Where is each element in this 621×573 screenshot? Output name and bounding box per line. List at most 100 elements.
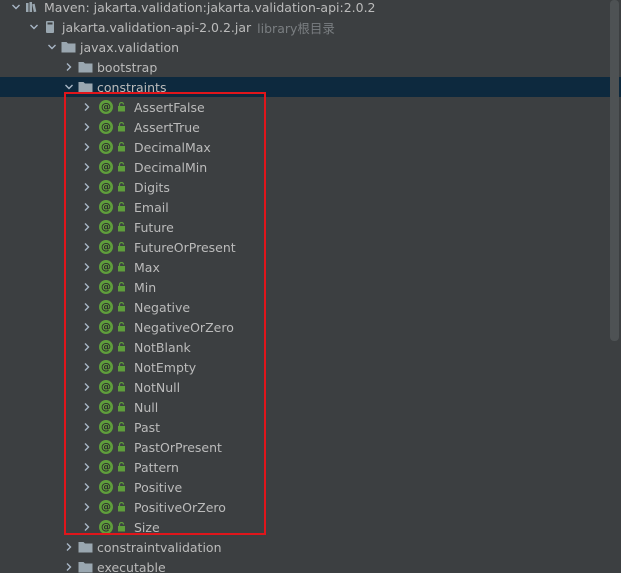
tree-node-maven-library[interactable]: Maven: jakarta.validation:jakarta.valida…	[0, 0, 621, 17]
tree-node-annotation[interactable]: @ Digits	[0, 177, 621, 197]
annotation-icon: @	[99, 260, 113, 274]
lock-icon	[116, 277, 126, 297]
chevron-right-icon[interactable]	[61, 537, 77, 557]
annotation-label: Min	[134, 279, 157, 295]
chevron-right-icon[interactable]	[79, 517, 95, 537]
chevron-right-icon[interactable]	[79, 217, 95, 237]
tree-node-annotation[interactable]: @ DecimalMin	[0, 157, 621, 177]
tree-node-annotation[interactable]: @ FutureOrPresent	[0, 237, 621, 257]
folder-icon	[77, 537, 93, 557]
chevron-right-icon[interactable]	[79, 337, 95, 357]
chevron-right-icon[interactable]	[61, 557, 77, 573]
annotation-label: FutureOrPresent	[134, 239, 236, 255]
tree-node-bootstrap[interactable]: bootstrap	[0, 57, 621, 77]
annotation-label: Future	[134, 219, 174, 235]
tree-node-annotation[interactable]: @ Negative	[0, 297, 621, 317]
chevron-right-icon[interactable]	[79, 237, 95, 257]
tree-node-annotation[interactable]: @ Min	[0, 277, 621, 297]
chevron-right-icon[interactable]	[79, 197, 95, 217]
annotation-label: PositiveOrZero	[134, 499, 226, 515]
chevron-right-icon[interactable]	[79, 477, 95, 497]
tree-node-annotation[interactable]: @ Positive	[0, 477, 621, 497]
annotation-icon: @	[99, 280, 113, 294]
chevron-down-icon[interactable]	[44, 37, 60, 57]
tree-node-annotation[interactable]: @ NegativeOrZero	[0, 317, 621, 337]
tree-node-annotation[interactable]: @ PositiveOrZero	[0, 497, 621, 517]
lock-icon	[116, 177, 126, 197]
tree-node-annotation[interactable]: @ Past	[0, 417, 621, 437]
tree-node-annotation[interactable]: @ AssertFalse	[0, 97, 621, 117]
chevron-right-icon[interactable]	[79, 377, 95, 397]
tree-node-label: bootstrap	[97, 59, 158, 75]
tree-node-annotation[interactable]: @ Max	[0, 257, 621, 277]
chevron-right-icon[interactable]	[79, 317, 95, 337]
tree-node-constraints[interactable]: constraints	[0, 77, 621, 97]
lock-icon	[116, 197, 126, 217]
tree-node-annotation[interactable]: @ NotEmpty	[0, 357, 621, 377]
chevron-down-icon[interactable]	[61, 77, 77, 97]
chevron-right-icon[interactable]	[79, 117, 95, 137]
lock-icon	[116, 437, 126, 457]
tree-node-annotation[interactable]: @ NotNull	[0, 377, 621, 397]
lock-icon	[116, 397, 126, 417]
annotation-icon: @	[99, 300, 113, 314]
chevron-right-icon[interactable]	[79, 497, 95, 517]
tree-node-annotation[interactable]: @ Pattern	[0, 457, 621, 477]
tree-node-annotation[interactable]: @ Size	[0, 517, 621, 537]
annotation-icon: @	[99, 320, 113, 334]
annotation-label: NotEmpty	[134, 359, 197, 375]
lock-icon	[116, 517, 126, 537]
annotation-icon: @	[99, 420, 113, 434]
chevron-right-icon[interactable]	[79, 417, 95, 437]
chevron-right-icon[interactable]	[79, 97, 95, 117]
tree-node-annotation[interactable]: @ Future	[0, 217, 621, 237]
folder-icon	[77, 57, 93, 77]
annotation-icon: @	[99, 500, 113, 514]
lock-icon	[116, 297, 126, 317]
chevron-right-icon[interactable]	[79, 297, 95, 317]
annotation-label: DecimalMin	[134, 159, 208, 175]
tree-node-annotation[interactable]: @ AssertTrue	[0, 117, 621, 137]
annotation-icon: @	[99, 160, 113, 174]
annotation-label: Positive	[134, 479, 183, 495]
chevron-down-icon[interactable]	[8, 0, 24, 17]
chevron-right-icon[interactable]	[79, 457, 95, 477]
lock-icon	[116, 497, 126, 517]
tree-node-annotation[interactable]: @ DecimalMax	[0, 137, 621, 157]
tree-node-constraintvalidation[interactable]: constraintvalidation	[0, 537, 621, 557]
chevron-right-icon[interactable]	[79, 157, 95, 177]
tree-node-package-javax-validation[interactable]: javax.validation	[0, 37, 621, 57]
annotation-icon: @	[99, 480, 113, 494]
tree-node-jar[interactable]: jakarta.validation-api-2.0.2.jar library…	[0, 17, 621, 37]
chevron-right-icon[interactable]	[79, 177, 95, 197]
chevron-right-icon[interactable]	[61, 57, 77, 77]
tree-node-label: executable	[97, 559, 166, 573]
tree-node-label: Maven: jakarta.validation:jakarta.valida…	[44, 0, 376, 15]
lock-icon	[116, 417, 126, 437]
project-tree-panel: Maven: jakarta.validation:jakarta.valida…	[0, 0, 621, 573]
chevron-right-icon[interactable]	[79, 437, 95, 457]
chevron-right-icon[interactable]	[79, 357, 95, 377]
chevron-right-icon[interactable]	[79, 277, 95, 297]
tree-node-annotation[interactable]: @ Email	[0, 197, 621, 217]
library-icon	[24, 0, 40, 17]
annotation-label: Email	[134, 199, 169, 215]
chevron-down-icon[interactable]	[26, 17, 42, 37]
tree-node-executable[interactable]: executable	[0, 557, 621, 573]
annotation-icon: @	[99, 360, 113, 374]
tree-node-annotation[interactable]: @ Null	[0, 397, 621, 417]
vertical-scrollbar[interactable]	[610, 0, 619, 341]
tree-node-annotation[interactable]: @ NotBlank	[0, 337, 621, 357]
annotation-label: Pattern	[134, 459, 179, 475]
library-root-hint: library根目录	[257, 20, 335, 36]
chevron-right-icon[interactable]	[79, 257, 95, 277]
tree-node-annotation[interactable]: @ PastOrPresent	[0, 437, 621, 457]
jar-icon	[42, 17, 58, 37]
lock-icon	[116, 337, 126, 357]
chevron-right-icon[interactable]	[79, 397, 95, 417]
lock-icon	[116, 357, 126, 377]
annotation-label: Size	[134, 519, 160, 535]
annotation-label: Negative	[134, 299, 191, 315]
annotation-icon: @	[99, 340, 113, 354]
chevron-right-icon[interactable]	[79, 137, 95, 157]
